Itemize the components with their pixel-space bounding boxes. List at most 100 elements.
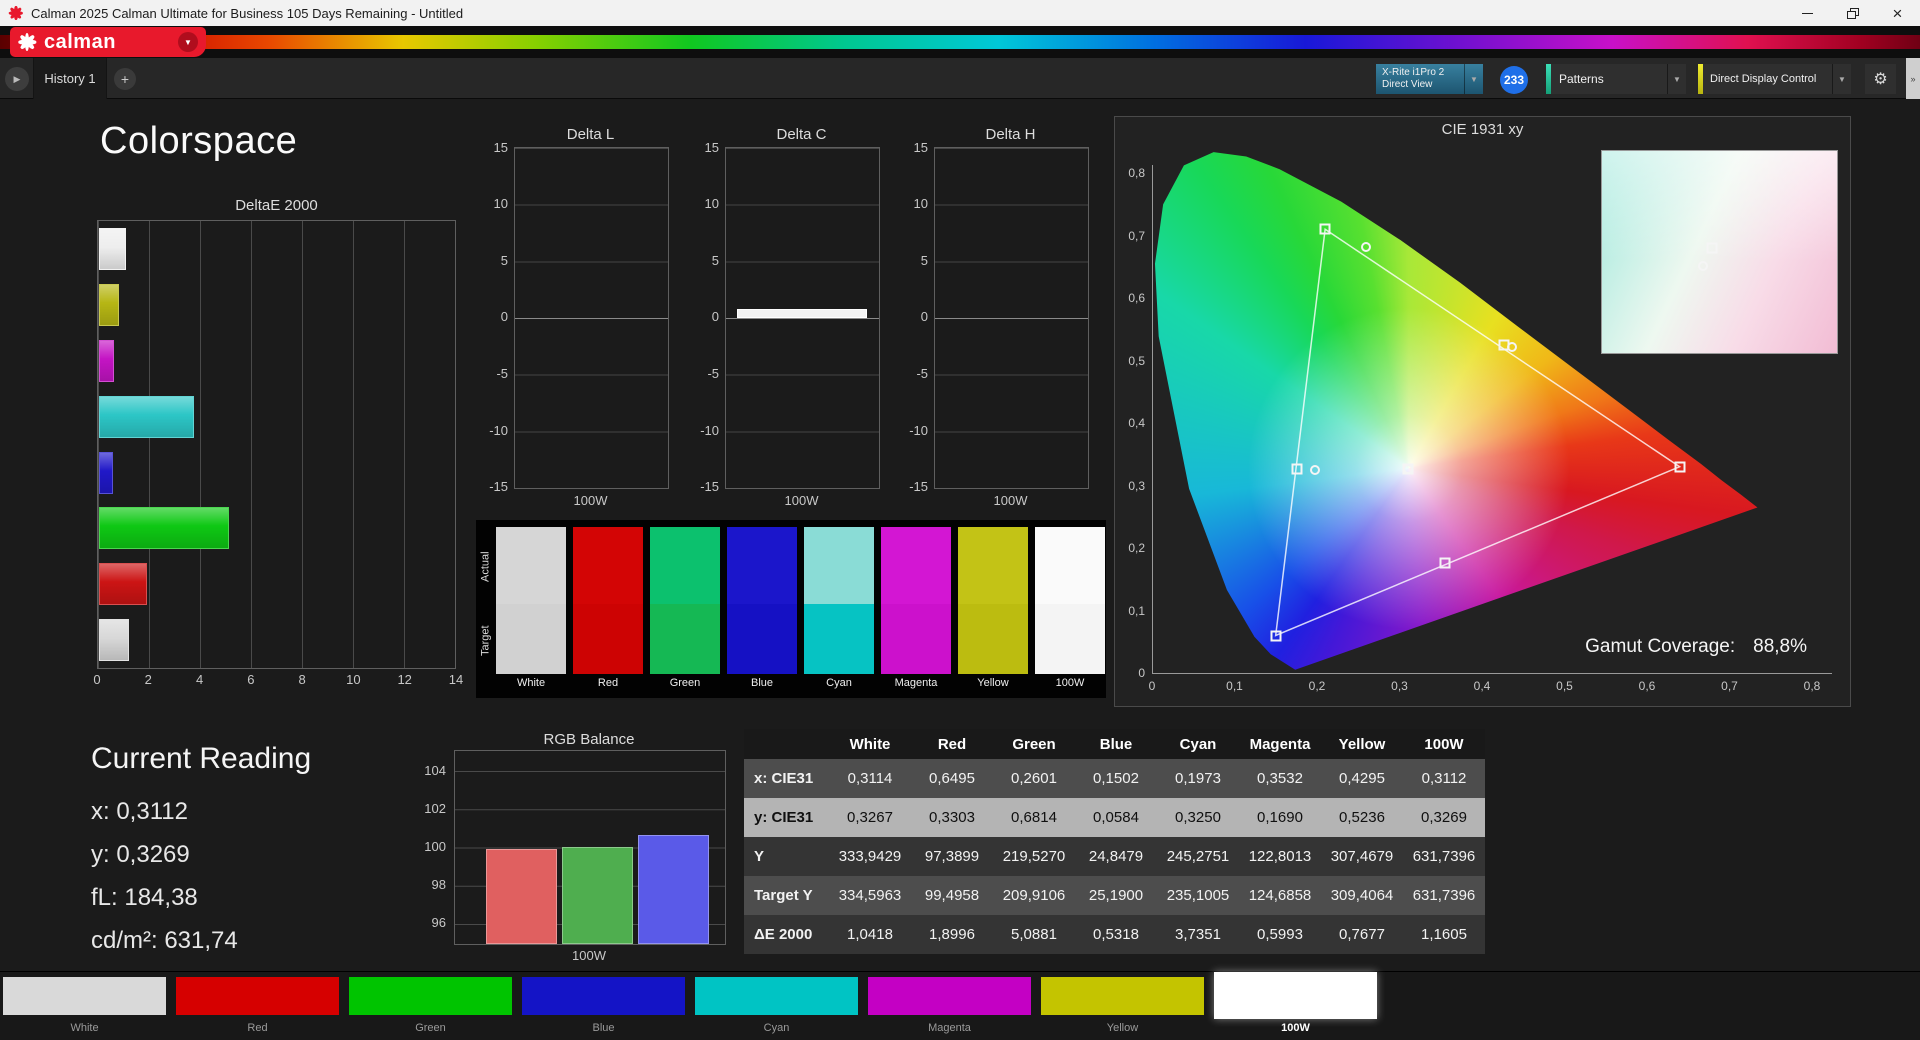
pattern-patch-label: Blue <box>592 1022 615 1034</box>
tab-history-1[interactable]: History 1 <box>33 58 107 99</box>
minimize-button[interactable] <box>1785 0 1830 26</box>
patterns-select[interactable]: Patterns ▼ <box>1546 64 1686 94</box>
pattern-patch-label: Magenta <box>928 1022 971 1034</box>
settings-button[interactable]: ⚙ <box>1865 64 1896 94</box>
display-control-label: Direct Display Control <box>1710 73 1817 85</box>
close-button[interactable]: × <box>1875 0 1920 26</box>
pattern-patch-label: 100W <box>1281 1022 1310 1034</box>
swatch-label: White <box>516 677 546 689</box>
brand-bar: calman ▼ <box>0 26 1920 58</box>
table-cell: 0,3250 <box>1175 809 1221 826</box>
pattern-patch-yellow[interactable] <box>1041 977 1204 1015</box>
deltae-bar-100w <box>99 619 129 662</box>
table-cell: 99,4958 <box>924 887 980 904</box>
cie-x-labels: 0 0,1 0,2 0,3 0,4 0,5 0,6 0,7 0,8 <box>1148 679 1821 693</box>
table-row-y-cie31[interactable]: y: CIE31 0,3267 0,3303 0,6814 0,0584 0,3250 0,… <box>744 798 1485 837</box>
gear-icon: ⚙ <box>1873 71 1888 88</box>
zero-line <box>515 317 668 319</box>
table-column-header: White <box>849 735 891 753</box>
add-tab-button[interactable]: + <box>114 68 136 90</box>
window-title: Calman 2025 Calman Ultimate for Business… <box>31 5 464 21</box>
delta-l-y-labels: 15 10 5 0 -5 -10 -15 <box>489 139 508 495</box>
table-header-row: White Red Green Blue Cyan Magenta Yellow 100W <box>744 729 1485 759</box>
table-row-x-cie31[interactable]: x: CIE31 0,3114 0,6495 0,2601 0,1502 0,1973 0,… <box>744 759 1485 798</box>
table-column-header: Red <box>937 735 967 753</box>
table-cell: 97,3899 <box>924 848 980 865</box>
calman-logo-menu[interactable]: calman ▼ <box>10 27 206 57</box>
target-square-marker <box>1291 463 1303 475</box>
history-expand-button[interactable]: ▶ <box>5 67 29 91</box>
delta-h-y-labels: 15 10 5 0 -5 -10 -15 <box>909 139 928 495</box>
pattern-patch-green[interactable] <box>349 977 512 1015</box>
target-row-label: Target <box>479 625 492 657</box>
swatch-actual <box>496 527 566 604</box>
table-cell: 0,3267 <box>847 809 893 826</box>
calman-flower-icon <box>18 33 37 51</box>
pattern-patch-magenta[interactable] <box>868 977 1031 1015</box>
table-column-header: Blue <box>1099 735 1133 753</box>
swatch-target <box>573 604 643 674</box>
logo-dropdown-button[interactable]: ▼ <box>178 32 198 52</box>
table-row-label: x: CIE31 <box>754 770 814 787</box>
window-titlebar: Calman 2025 Calman Ultimate for Business… <box>0 0 1920 26</box>
table-cell: 0,5993 <box>1257 926 1303 943</box>
meter-select[interactable]: X-Rite i1Pro 2 Direct View ▼ <box>1376 64 1483 94</box>
close-icon: × <box>1892 3 1903 23</box>
delta-l-title: Delta L <box>566 126 615 143</box>
pattern-patch-100w[interactable] <box>1214 972 1377 1019</box>
chevron-down-icon: ▼ <box>1667 64 1686 94</box>
target-square-marker <box>1439 557 1451 569</box>
delta-c-x-label: 100W <box>784 493 819 508</box>
swatch-target <box>958 604 1028 674</box>
rgb-bar-green <box>562 847 633 944</box>
swatch-column-blue: Blue <box>727 527 797 695</box>
table-cell: 124,6858 <box>1248 887 1312 904</box>
pattern-patch-cyan[interactable] <box>695 977 858 1015</box>
gamut-coverage: Gamut Coverage: 88,8% <box>1585 636 1807 658</box>
pattern-patch-blue[interactable] <box>522 977 685 1015</box>
table-cell: 24,8479 <box>1088 848 1144 865</box>
deltae-bar-blue <box>99 451 113 494</box>
pattern-patch-white[interactable] <box>3 977 166 1015</box>
panel-collapse-strip[interactable]: » <box>1906 58 1920 99</box>
measured-circle-marker <box>1698 261 1709 272</box>
zero-line <box>935 317 1088 319</box>
current-reading-title: Current Reading <box>91 742 312 775</box>
swatch-actual <box>958 527 1028 604</box>
deltae-bar-red <box>99 563 148 606</box>
page-title: Colorspace <box>100 120 298 162</box>
deltae-bar-magenta <box>99 339 115 382</box>
swatch-column-red: Red <box>573 527 643 695</box>
swatch-target <box>1035 604 1105 674</box>
restore-button[interactable] <box>1830 0 1875 26</box>
pattern-strip-bar: WhiteRedGreenBlueCyanMagentaYellow100W ■… <box>0 971 1920 1040</box>
table-cell: 307,4679 <box>1330 848 1394 865</box>
swatch-actual <box>1035 527 1105 604</box>
delta-c-y-labels: 15 10 5 0 -5 -10 -15 <box>700 139 719 495</box>
plus-icon: + <box>120 71 130 87</box>
table-row-target-y[interactable]: Target Y 334,5963 99,4958 209,9106 25,1900 23… <box>744 876 1485 915</box>
current-reading-line: fL: 184,38 <box>91 884 198 911</box>
table-row--e-2000[interactable]: ΔE 2000 1,0418 1,8996 5,0881 0,5318 3,7351 0,5… <box>744 915 1485 954</box>
swatch-label: 100W <box>1055 677 1085 689</box>
pattern-patch-red[interactable] <box>176 977 339 1015</box>
pattern-patch-label: Green <box>415 1022 446 1034</box>
deltae-chart <box>97 220 456 669</box>
table-row-y[interactable]: Y 333,9429 97,3899 219,5270 24,8479 245,2751 1… <box>744 837 1485 876</box>
pattern-count-badge[interactable]: 233 <box>1500 66 1528 94</box>
table-cell: 309,4064 <box>1330 887 1394 904</box>
table-column-header: Magenta <box>1249 735 1311 753</box>
patterns-label: Patterns <box>1559 72 1604 86</box>
delta-c-title: Delta C <box>776 126 827 143</box>
table-cell: 245,2751 <box>1166 848 1230 865</box>
table-cell: 0,3303 <box>929 809 975 826</box>
table-cell: 0,7677 <box>1339 926 1385 943</box>
delta-l-chart <box>514 147 669 489</box>
display-control-select[interactable]: Direct Display Control ▼ <box>1698 64 1851 94</box>
rgb-bar-blue <box>638 834 709 944</box>
swatch-columns: White Red Green Blue Cyan Magenta Yellow 100W <box>496 527 1105 695</box>
table-cell: 0,3532 <box>1257 770 1303 787</box>
pattern-patch-label: Cyan <box>763 1022 790 1034</box>
table-cell: 334,5963 <box>838 887 902 904</box>
table-cell: 0,3114 <box>847 770 893 787</box>
